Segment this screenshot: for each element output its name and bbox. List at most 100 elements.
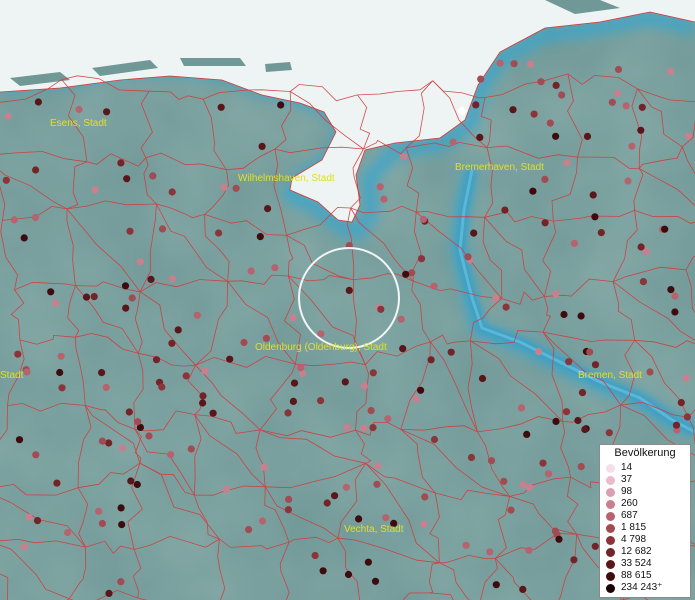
population-dot[interactable] xyxy=(507,506,515,514)
population-dot[interactable] xyxy=(174,326,182,334)
population-dot[interactable] xyxy=(145,432,153,440)
population-dot[interactable] xyxy=(14,350,22,358)
population-dot[interactable] xyxy=(98,519,106,528)
population-dot[interactable] xyxy=(355,515,363,523)
population-dot[interactable] xyxy=(126,227,134,235)
population-dot[interactable] xyxy=(98,369,106,377)
population-dot[interactable] xyxy=(570,556,578,564)
population-dot[interactable] xyxy=(496,59,504,67)
population-dot[interactable] xyxy=(449,138,457,146)
population-dot[interactable] xyxy=(168,339,176,347)
population-dot[interactable] xyxy=(638,103,646,111)
population-dot[interactable] xyxy=(199,399,207,407)
population-dot[interactable] xyxy=(367,407,375,415)
population-dot[interactable] xyxy=(408,269,416,277)
population-dot[interactable] xyxy=(226,355,234,363)
population-dot[interactable] xyxy=(624,177,632,185)
population-dot[interactable] xyxy=(25,513,33,521)
population-dot[interactable] xyxy=(323,499,331,507)
population-dot[interactable] xyxy=(500,477,508,485)
population-dot[interactable] xyxy=(258,142,266,150)
population-dot[interactable] xyxy=(20,543,28,551)
population-dot[interactable] xyxy=(47,288,55,296)
population-dot[interactable] xyxy=(608,98,616,106)
population-dot[interactable] xyxy=(217,103,225,111)
population-dot[interactable] xyxy=(117,578,125,586)
population-dot[interactable] xyxy=(82,293,91,301)
population-dot[interactable] xyxy=(51,299,60,307)
population-dot[interactable] xyxy=(574,416,582,425)
population-dot[interactable] xyxy=(551,527,560,535)
population-dot[interactable] xyxy=(34,98,43,106)
population-dot[interactable] xyxy=(284,506,292,514)
population-dot[interactable] xyxy=(209,409,217,417)
population-dot[interactable] xyxy=(199,392,207,400)
population-dot[interactable] xyxy=(147,275,155,283)
population-dot[interactable] xyxy=(591,361,600,369)
population-dot[interactable] xyxy=(419,215,427,223)
population-dot[interactable] xyxy=(290,379,299,387)
population-dot[interactable] xyxy=(10,216,18,224)
population-dot[interactable] xyxy=(167,451,175,459)
population-dot[interactable] xyxy=(421,493,429,501)
population-dot[interactable] xyxy=(284,409,292,417)
population-dot[interactable] xyxy=(158,225,167,233)
population-dot[interactable] xyxy=(523,430,531,438)
population-dot[interactable] xyxy=(682,374,690,382)
population-dot[interactable] xyxy=(671,292,679,300)
population-dot[interactable] xyxy=(552,417,560,425)
population-dot[interactable] xyxy=(57,352,65,360)
population-dot[interactable] xyxy=(152,356,161,364)
population-dot[interactable] xyxy=(544,470,553,478)
population-dot[interactable] xyxy=(667,286,675,294)
population-dot[interactable] xyxy=(558,91,566,99)
population-dot[interactable] xyxy=(75,105,83,114)
population-dot[interactable] xyxy=(260,463,268,471)
map-canvas[interactable]: Esens, Stadt Wilhelmshaven, Stadt Bremer… xyxy=(0,0,695,600)
population-dot[interactable] xyxy=(501,206,509,214)
population-dot[interactable] xyxy=(90,293,98,301)
population-dot[interactable] xyxy=(360,382,368,390)
population-dot[interactable] xyxy=(32,451,40,459)
population-dot[interactable] xyxy=(462,541,470,549)
population-dot[interactable] xyxy=(95,507,103,515)
population-dot[interactable] xyxy=(560,310,568,319)
population-dot[interactable] xyxy=(127,477,135,485)
population-dot[interactable] xyxy=(525,546,533,555)
population-dot[interactable] xyxy=(614,89,622,97)
population-dot[interactable] xyxy=(344,570,353,579)
population-dot[interactable] xyxy=(364,558,372,566)
population-dot[interactable] xyxy=(182,372,190,380)
population-dot[interactable] xyxy=(149,172,157,180)
population-dot[interactable] xyxy=(591,213,599,221)
population-dot[interactable] xyxy=(614,65,623,74)
population-dot[interactable] xyxy=(168,275,176,283)
population-dot[interactable] xyxy=(628,142,636,150)
population-dot[interactable] xyxy=(53,479,61,487)
population-dot[interactable] xyxy=(23,368,31,376)
population-dot[interactable] xyxy=(105,439,113,447)
population-dot[interactable] xyxy=(105,589,113,598)
population-dot[interactable] xyxy=(519,585,527,594)
population-dot[interactable] xyxy=(578,389,587,397)
population-dot[interactable] xyxy=(519,481,528,489)
population-dot[interactable] xyxy=(289,397,297,405)
population-dot[interactable] xyxy=(377,305,385,313)
population-dot[interactable] xyxy=(215,229,223,237)
population-dot[interactable] xyxy=(637,243,645,251)
population-dot[interactable] xyxy=(374,462,382,470)
population-dot[interactable] xyxy=(430,435,439,444)
population-dot[interactable] xyxy=(467,453,476,462)
population-dot[interactable] xyxy=(98,437,106,445)
population-dot[interactable] xyxy=(64,528,72,537)
population-dot[interactable] xyxy=(158,383,166,391)
population-dot[interactable] xyxy=(430,282,438,290)
population-dot[interactable] xyxy=(136,258,144,266)
population-dot[interactable] xyxy=(502,303,510,311)
population-dot[interactable] xyxy=(371,577,380,585)
population-dot[interactable] xyxy=(427,356,435,364)
population-dot[interactable] xyxy=(285,495,293,503)
population-dot[interactable] xyxy=(546,119,554,127)
population-dot[interactable] xyxy=(417,386,425,394)
population-dot[interactable] xyxy=(289,314,297,322)
